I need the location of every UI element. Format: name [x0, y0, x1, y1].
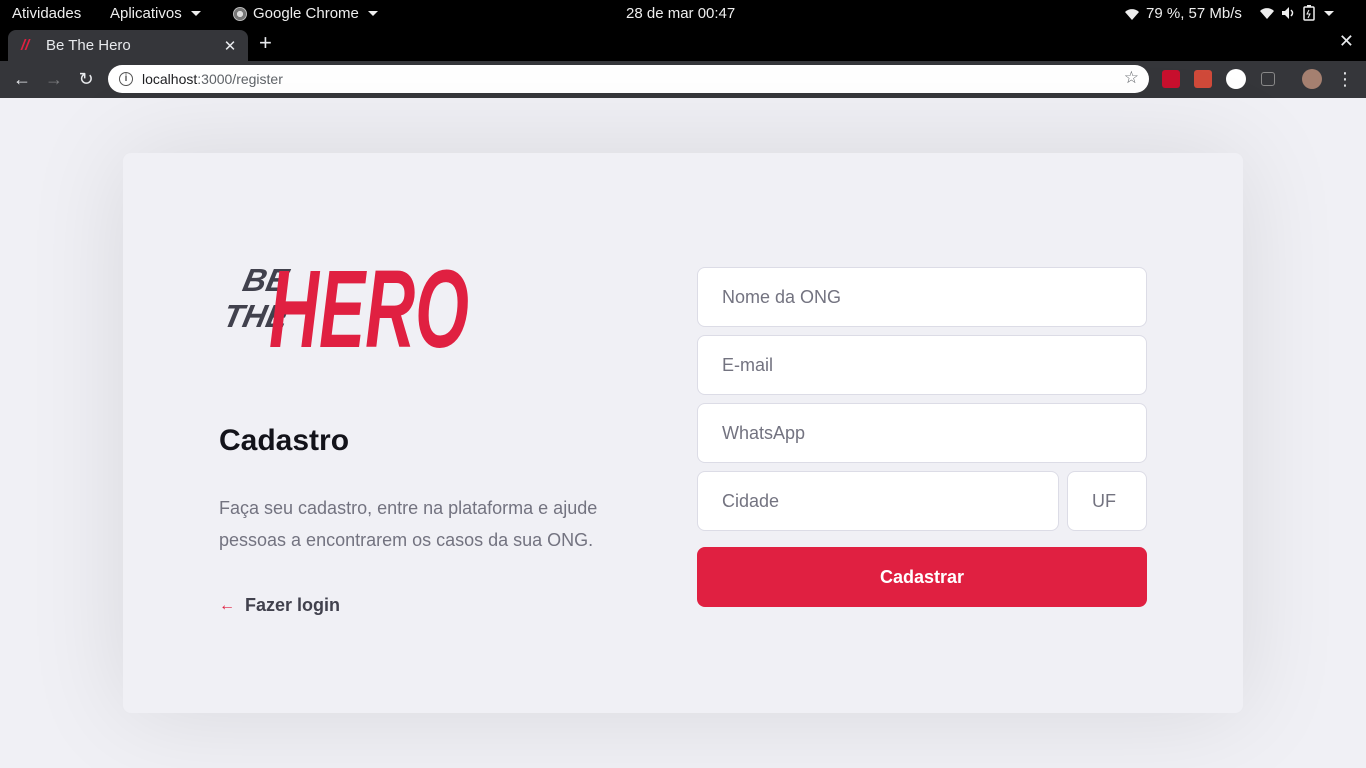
tab-strip: // Be The Hero ✕ + ✕ — [0, 27, 1366, 61]
json-viewer-icon[interactable] — [1226, 69, 1246, 89]
close-window-icon[interactable]: ✕ — [1339, 31, 1354, 52]
app-name-label: Google Chrome — [253, 5, 359, 22]
apps-label: Aplicativos — [110, 5, 182, 22]
arrow-left-icon: ← — [219, 596, 235, 614]
tab-title: Be The Hero — [46, 37, 131, 54]
wifi-icon — [1260, 8, 1274, 19]
logo-text-hero: HERO — [269, 248, 469, 357]
system-top-bar: Atividades Aplicativos Google Chrome 28 … — [0, 0, 1366, 27]
url-path: :3000/register — [197, 71, 283, 87]
login-link-label: Fazer login — [245, 595, 341, 615]
be-the-hero-logo: BE THE HERO — [220, 248, 469, 357]
url-text: localhost:3000/register — [142, 71, 283, 87]
page-title: Cadastro — [219, 424, 350, 457]
email-input[interactable] — [697, 335, 1147, 395]
bookmark-star-icon[interactable]: ☆ — [1124, 68, 1139, 88]
wifi-icon — [1125, 8, 1139, 20]
clock[interactable]: 28 de mar 00:47 — [626, 5, 735, 22]
menu-icon[interactable]: ⋮ — [1333, 67, 1357, 91]
network-indicator[interactable]: 79 %, 57 Mb/s — [1124, 5, 1242, 22]
activities-button[interactable]: Atividades — [12, 5, 81, 22]
extension-icon[interactable] — [1261, 72, 1275, 86]
chevron-down-icon — [190, 11, 201, 16]
extension-icon[interactable] — [1194, 70, 1212, 88]
tab-be-the-hero[interactable]: // Be The Hero ✕ — [8, 30, 248, 61]
reload-icon[interactable]: ↻ — [74, 67, 98, 91]
avatar[interactable] — [1302, 69, 1322, 89]
forward-icon[interactable]: → — [42, 67, 66, 91]
back-icon[interactable]: ← — [10, 67, 34, 91]
info-icon[interactable]: i — [119, 72, 133, 86]
datetime-label: 28 de mar 00:47 — [626, 5, 736, 22]
network-status-label: 79 %, 57 Mb/s — [1146, 5, 1242, 22]
apps-menu[interactable]: Aplicativos — [110, 5, 201, 22]
browser-toolbar: ← → ↻ i localhost:3000/register ☆ ⋮ — [0, 61, 1366, 98]
login-link[interactable]: ← Fazer login — [219, 595, 340, 616]
city-input[interactable] — [697, 471, 1059, 531]
chrome-icon — [233, 6, 247, 21]
whatsapp-input[interactable] — [697, 403, 1147, 463]
close-tab-icon[interactable]: ✕ — [220, 37, 240, 55]
register-card: BE THE HERO Cadastro Faça seu cadastro, … — [123, 153, 1243, 713]
battery-icon — [1303, 5, 1315, 21]
chevron-down-icon — [1324, 10, 1334, 16]
address-bar[interactable]: i localhost:3000/register ☆ — [108, 65, 1149, 93]
favicon-icon: // — [21, 36, 30, 54]
ong-name-input[interactable] — [697, 267, 1147, 327]
system-menu[interactable] — [1259, 5, 1334, 21]
extension-icon[interactable] — [1162, 70, 1180, 88]
url-host: localhost — [142, 71, 198, 87]
app-menu[interactable]: Google Chrome — [233, 5, 378, 22]
volume-icon — [1282, 7, 1294, 19]
chevron-down-icon — [367, 11, 378, 16]
uf-input[interactable] — [1067, 471, 1147, 531]
register-button[interactable]: Cadastrar — [697, 547, 1147, 607]
activities-label: Atividades — [12, 5, 82, 22]
page-description: Faça seu cadastro, entre na plataforma e… — [219, 498, 598, 550]
new-tab-icon[interactable]: + — [259, 31, 272, 55]
